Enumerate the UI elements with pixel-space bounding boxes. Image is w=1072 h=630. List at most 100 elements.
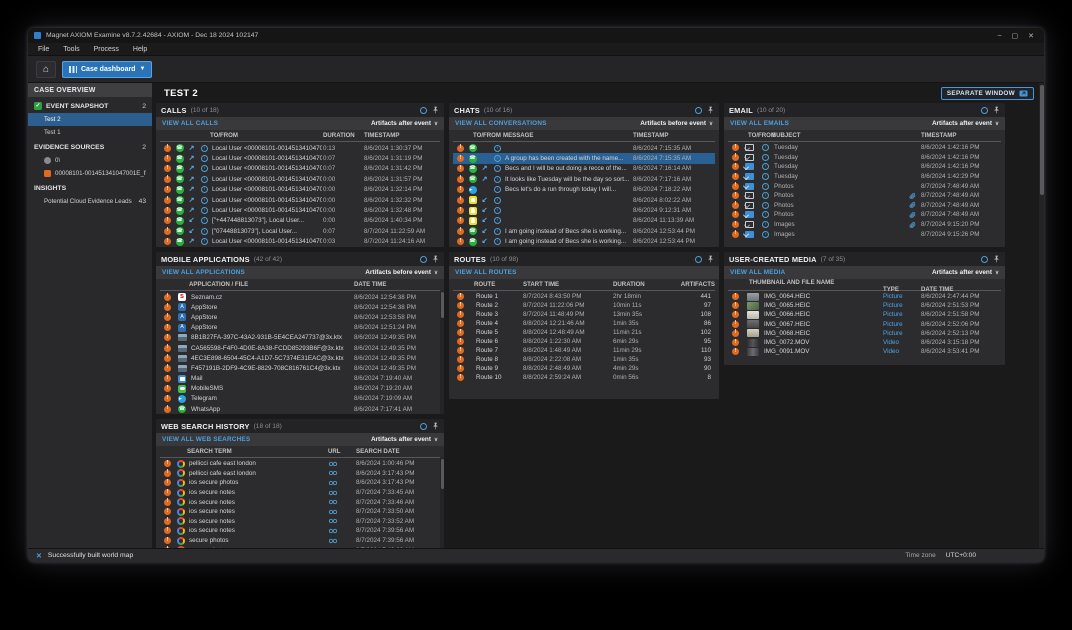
url-link-icon[interactable]	[328, 547, 354, 548]
table-row[interactable]: Mail8/6/2024 7:19:40 AM	[160, 374, 440, 384]
table-row[interactable]: pellicci cafe east london8/6/2024 1:00:4…	[160, 459, 440, 469]
info-icon[interactable]	[420, 256, 427, 263]
menu-help[interactable]: Help	[133, 46, 147, 53]
table-row[interactable]: IMG_0066.HEICPicture8/6/2024 2:51:58 PM	[728, 310, 1001, 319]
table-row[interactable]: ↗Local User <00008101-001451341047001E_f…	[160, 205, 440, 215]
close-button[interactable]: ✕	[1028, 32, 1034, 40]
table-row[interactable]: AppStore8/6/2024 12:54:38 PM	[160, 302, 440, 312]
sidebar-section-insights[interactable]: INSIGHTS	[28, 180, 152, 195]
table-row[interactable]: ↙8/6/2024 11:13:39 AM	[453, 216, 715, 226]
sidebar-item-cloud-leads[interactable]: Potential Cloud Evidence Leads 43	[28, 195, 152, 208]
table-row[interactable]: ↗Becs and I will be out doing a recce of…	[453, 164, 715, 174]
pin-icon[interactable]	[993, 255, 1000, 263]
view-all-emails-link[interactable]: VIEW ALL EMAILS	[730, 120, 789, 127]
url-link-icon[interactable]	[328, 499, 354, 505]
maximize-button[interactable]: ▢	[1012, 32, 1019, 40]
artifacts-filter-dropdown[interactable]: Artifacts after event∨	[932, 120, 999, 127]
table-row[interactable]: Images8/7/2024 9:15:20 PM	[728, 220, 1001, 230]
artifacts-filter-dropdown[interactable]: Artifacts before event∨	[640, 120, 713, 127]
info-icon[interactable]	[695, 107, 702, 114]
table-row[interactable]: Route 28/7/2024 11:22:06 PM10min 11s97	[453, 301, 715, 310]
table-row[interactable]: 8B1B27FA-397C-43A2-931B-5E4CEA247737@3x.…	[160, 333, 440, 343]
view-all-media-link[interactable]: VIEW ALL MEDIA	[730, 269, 785, 276]
sidebar-item-test-2[interactable]: Test 2	[28, 113, 152, 126]
pin-icon[interactable]	[432, 422, 439, 430]
table-row[interactable]: ios secure notes8/7/2024 7:39:56 AM	[160, 526, 440, 536]
table-row[interactable]: ↙8/6/2024 9:12:31 AM	[453, 205, 715, 215]
sidebar-item-evidence-drive[interactable]: 0\	[28, 154, 152, 167]
table-row[interactable]: Photos8/7/2024 7:48:49 AM	[728, 181, 1001, 191]
table-row[interactable]: A group has been created with the name..…	[453, 153, 715, 163]
table-row[interactable]: Photos8/7/2024 7:48:49 AM	[728, 191, 1001, 201]
url-link-icon[interactable]	[328, 480, 354, 486]
pin-icon[interactable]	[432, 106, 439, 114]
scrollbar[interactable]	[1039, 83, 1044, 548]
table-row[interactable]: ↙["07448813073"], Local User...0:078/7/2…	[160, 226, 440, 236]
menu-file[interactable]: File	[38, 46, 49, 53]
info-icon[interactable]	[981, 256, 988, 263]
table-row[interactable]: ↗It looks like Tuesday will be the day s…	[453, 174, 715, 184]
artifacts-filter-dropdown[interactable]: Artifacts after event∨	[371, 436, 438, 443]
menu-process[interactable]: Process	[94, 46, 119, 53]
table-row[interactable]: ↗Local User <00008101-001451341047001E_f…	[160, 237, 440, 247]
table-row[interactable]: Route 88/8/2024 2:22:08 AM1min 35s93	[453, 355, 715, 364]
home-button[interactable]: ⌂	[36, 61, 56, 78]
table-row[interactable]: 8/6/2024 7:15:35 AM	[453, 143, 715, 153]
artifacts-filter-dropdown[interactable]: Artifacts before event∨	[365, 269, 438, 276]
dismiss-icon[interactable]: ✕	[36, 552, 42, 560]
url-link-icon[interactable]	[328, 538, 354, 544]
table-row[interactable]: ios secure notes8/7/2024 7:33:45 AM	[160, 488, 440, 498]
table-row[interactable]: Becs let's do a run through today I will…	[453, 185, 715, 195]
menu-tools[interactable]: Tools	[63, 46, 79, 53]
table-row[interactable]: Images8/7/2024 9:15:26 PM	[728, 229, 1001, 239]
info-icon[interactable]	[981, 107, 988, 114]
sidebar-item-test-1[interactable]: Test 1	[28, 126, 152, 139]
pin-icon[interactable]	[993, 106, 1000, 114]
table-row[interactable]: IMG_0067.HEICPicture8/6/2024 2:52:06 PM	[728, 320, 1001, 329]
view-all-calls-link[interactable]: VIEW ALL CALLS	[162, 120, 218, 127]
table-row[interactable]: ↗Local User <00008101-001451341047001E_f…	[160, 143, 440, 153]
table-row[interactable]: ios secure notes8/7/2024 7:33:52 AM	[160, 517, 440, 527]
table-row[interactable]: IMG_0065.HEICPicture8/6/2024 2:51:53 PM	[728, 301, 1001, 310]
table-row[interactable]: ios secure notes8/7/2024 7:33:50 AM	[160, 507, 440, 517]
separate-window-button[interactable]: SEPARATE WINDOW	[941, 87, 1034, 100]
table-row[interactable]: Route 68/8/2024 1:22:30 AM6min 29s95	[453, 337, 715, 346]
artifacts-filter-dropdown[interactable]: Artifacts after event∨	[932, 269, 999, 276]
scrollbar[interactable]	[440, 291, 444, 414]
timezone-value[interactable]: UTC+0:00	[946, 552, 976, 559]
table-row[interactable]: IMG_0064.HEICPicture8/6/2024 2:47:44 PM	[728, 292, 1001, 301]
table-row[interactable]: IMG_0072.MOVVideo8/6/2024 3:15:18 PM	[728, 338, 1001, 347]
view-all-applications-link[interactable]: VIEW ALL APPLICATIONS	[162, 269, 245, 276]
scrollbar[interactable]	[440, 458, 444, 548]
table-row[interactable]: Route 48/8/2024 12:21:46 AM1min 35s86	[453, 319, 715, 328]
pin-icon[interactable]	[707, 255, 714, 263]
url-link-icon[interactable]	[328, 509, 354, 515]
view-all-conversations-link[interactable]: VIEW ALL CONVERSATIONS	[455, 120, 547, 127]
url-link-icon[interactable]	[328, 461, 354, 467]
url-link-icon[interactable]	[328, 470, 354, 476]
table-row[interactable]: Telegram8/6/2024 7:19:09 AM	[160, 394, 440, 404]
table-row[interactable]: Tuesday8/6/2024 1:42:29 PM	[728, 172, 1001, 182]
table-row[interactable]: pellicci cafe east london8/6/2024 3:17:4…	[160, 469, 440, 479]
table-row[interactable]: Route 78/8/2024 1:48:49 AM11min 29s110	[453, 346, 715, 355]
table-row[interactable]: AppStore8/6/2024 12:51:24 PM	[160, 323, 440, 333]
pin-icon[interactable]	[707, 106, 714, 114]
table-row[interactable]: CA565598-F4F0-4D0E-8A38-FCDD85293B6F@3x.…	[160, 343, 440, 353]
table-row[interactable]: Photos8/7/2024 7:48:49 AM	[728, 201, 1001, 211]
artifacts-filter-dropdown[interactable]: Artifacts after event∨	[371, 120, 438, 127]
url-link-icon[interactable]	[328, 528, 354, 534]
sidebar-section-event-snapshot[interactable]: ✓ EVENT SNAPSHOT 2	[28, 97, 152, 113]
table-row[interactable]: ↙I am going instead of Becs she is worki…	[453, 237, 715, 247]
table-row[interactable]: ↙8/6/2024 8:02:22 AM	[453, 195, 715, 205]
table-row[interactable]: 4EC3E898-6504-45C4-A1D7-5C7374E31EAC@3x.…	[160, 353, 440, 363]
table-row[interactable]: ↗Local User <00008101-001451341047001E_f…	[160, 185, 440, 195]
table-row[interactable]: ↗Local User <00008101-001451341047001E_f…	[160, 164, 440, 174]
info-icon[interactable]	[420, 423, 427, 430]
info-icon[interactable]	[420, 107, 427, 114]
table-row[interactable]: MobileSMS8/6/2024 7:19:20 AM	[160, 384, 440, 394]
table-row[interactable]: ↙I am going instead of Becs she is worki…	[453, 226, 715, 236]
table-row[interactable]: ↗Local User <00008101-001451341047001E_f…	[160, 153, 440, 163]
pin-icon[interactable]	[432, 255, 439, 263]
table-row[interactable]: IMG_0091.MOVVideo8/6/2024 3:53:41 PM	[728, 347, 1001, 356]
table-row[interactable]: AppStore8/6/2024 12:53:58 PM	[160, 312, 440, 322]
